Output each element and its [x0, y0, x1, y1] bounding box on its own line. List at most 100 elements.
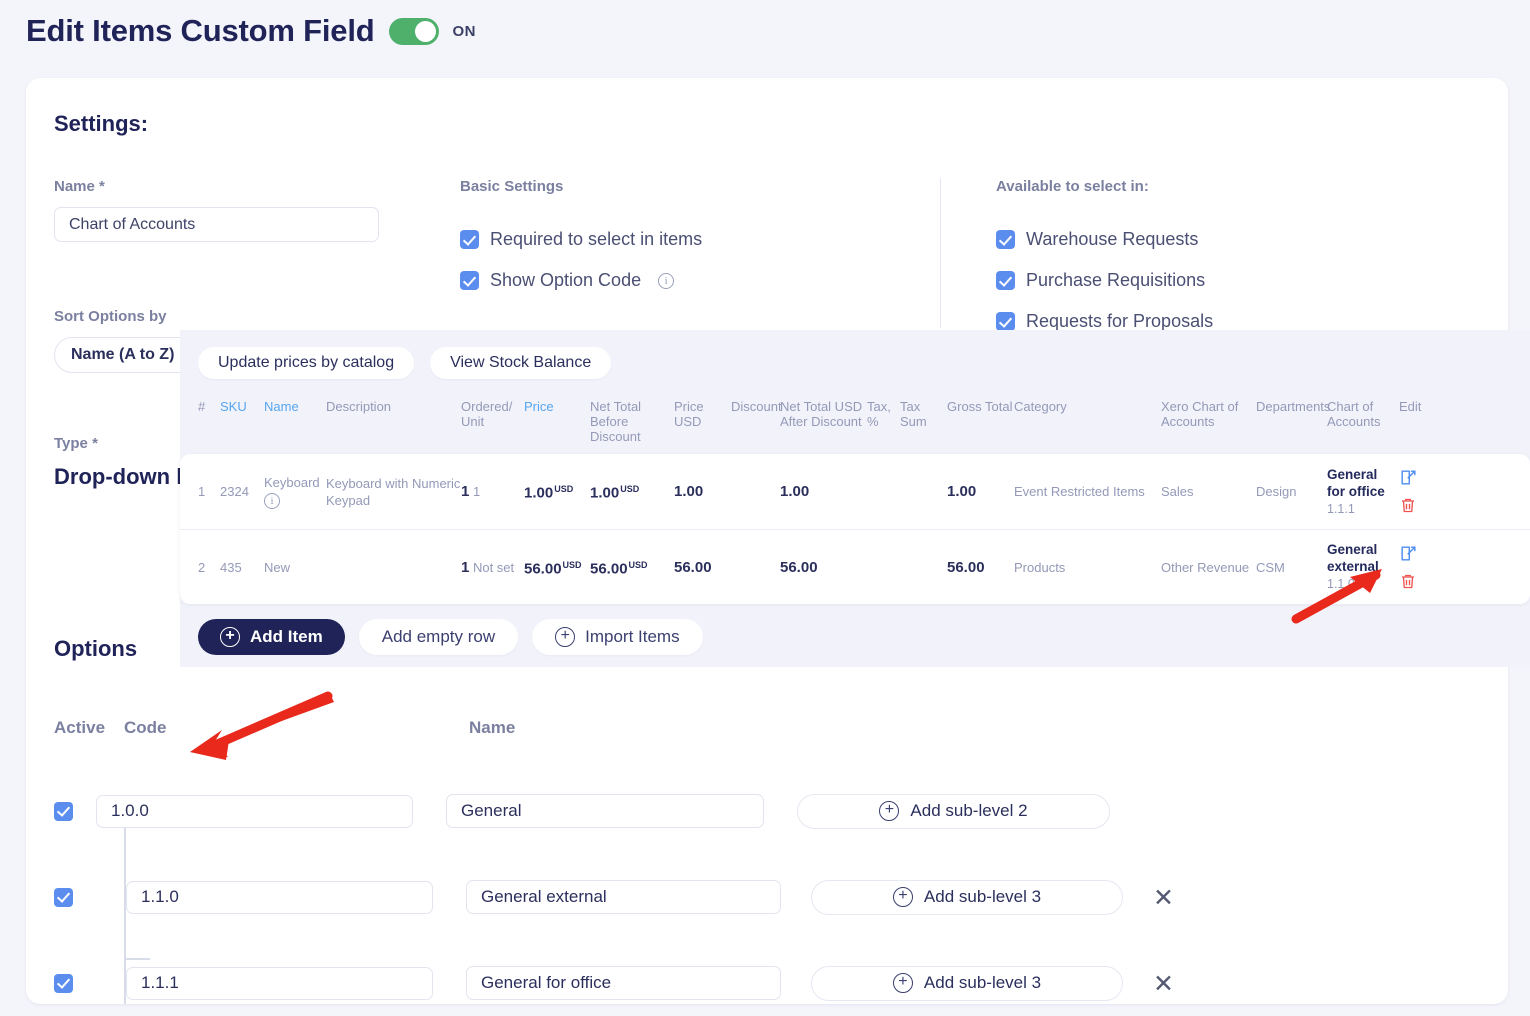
col-header-sku[interactable]: SKU	[220, 399, 264, 444]
options-header-name: Name	[469, 718, 516, 737]
checkbox-row-requests-for-proposals[interactable]: Requests for Proposals	[996, 311, 1241, 332]
cell-coa-code: 1.1.0	[1327, 577, 1355, 591]
checkbox-requests-for-proposals[interactable]	[996, 312, 1015, 331]
option-code-input[interactable]: 1.0.0	[96, 794, 413, 828]
view-stock-balance-button[interactable]: View Stock Balance	[430, 347, 612, 379]
cell-name-text: Keyboard	[264, 474, 320, 490]
checkbox-label-warehouse-requests: Warehouse Requests	[1026, 229, 1199, 249]
options-header-code: Code	[124, 718, 167, 737]
col-header-price[interactable]: Price	[524, 399, 590, 444]
add-sub-level-button[interactable]: + Add sub-level 3	[811, 965, 1123, 1001]
import-items-button[interactable]: + Import Items	[532, 619, 703, 655]
add-sub-level-button[interactable]: + Add sub-level 3	[811, 879, 1123, 915]
option-active-checkbox[interactable]	[54, 887, 73, 907]
cell-net-total-after-discount: 56.00	[780, 558, 818, 576]
cell-ordered-unit: 1 Not set	[461, 559, 524, 576]
checkbox-required-to-select[interactable]	[460, 230, 479, 249]
remove-option-icon[interactable]: ✕	[1153, 885, 1174, 910]
col-header-chart-of-accounts: Chart of Accounts	[1327, 399, 1381, 429]
cell-department: CSM	[1256, 559, 1285, 575]
col-header-description: Description	[326, 399, 392, 414]
option-name-input[interactable]: General for office	[466, 966, 781, 1000]
option-name-input[interactable]: General	[446, 794, 764, 828]
basic-settings-label: Basic Settings	[460, 178, 564, 195]
remove-option-icon[interactable]: ✕	[1153, 971, 1174, 996]
cell-xero-chart-of-accounts: Other Revenue	[1161, 559, 1250, 575]
name-input[interactable]: Chart of Accounts	[54, 207, 379, 242]
cell-price: 1.00USD	[524, 481, 590, 501]
col-header-price-usd: Price USD	[674, 399, 704, 429]
cell-net-before-value: 56.00	[590, 560, 628, 578]
custom-field-enabled-toggle[interactable]	[388, 17, 439, 45]
cell-coa-name: General external	[1327, 542, 1379, 574]
update-prices-by-catalog-button[interactable]: Update prices by catalog	[198, 347, 415, 379]
toggle-state-label: ON	[452, 22, 476, 40]
checkbox-purchase-requisitions[interactable]	[996, 271, 1015, 290]
checkbox-row-warehouse-requests[interactable]: Warehouse Requests	[996, 229, 1241, 250]
delete-icon[interactable]	[1399, 572, 1417, 591]
add-empty-row-label: Add empty row	[381, 627, 496, 646]
option-active-cell	[54, 973, 96, 993]
view-stock-balance-label: View Stock Balance	[450, 354, 592, 371]
cell-num: 2	[198, 559, 206, 575]
col-header-tax-sum: Tax Sum	[900, 399, 927, 429]
cell-ordered: 1	[461, 483, 470, 500]
cell-price: 56.00USD	[524, 557, 590, 577]
option-code-input[interactable]: 1.1.1	[126, 966, 433, 1000]
col-header-net-total-usd-after-discount: Net Total USD After Discount	[780, 399, 863, 429]
table-row[interactable]: 1 2324 Keyboard i Keyboard with Numeric …	[180, 454, 1530, 529]
edit-icon[interactable]	[1399, 544, 1418, 563]
col-header-category: Category	[1014, 399, 1067, 414]
cell-price-value: 1.00	[524, 484, 554, 502]
table-row[interactable]: 2 435 New 1 Not set 56.00USD 56.00USD 56…	[180, 529, 1530, 604]
checkbox-label-purchase-requisitions: Purchase Requisitions	[1026, 270, 1206, 290]
option-name-input[interactable]: General external	[466, 880, 781, 914]
edit-icon[interactable]	[1399, 468, 1418, 487]
col-header-num: #	[198, 399, 206, 414]
items-table: # SKU Name Description Ordered/Unit Pric…	[180, 399, 1530, 604]
add-item-button[interactable]: + Add Item	[198, 619, 345, 655]
cell-name-text: New	[264, 559, 291, 575]
checkbox-warehouse-requests[interactable]	[996, 230, 1015, 249]
option-active-checkbox[interactable]	[54, 973, 73, 993]
option-code-input[interactable]: 1.1.0	[126, 880, 433, 914]
cell-net-total-before-discount: 56.00USD	[590, 557, 674, 577]
cell-xero-chart-of-accounts: Sales	[1161, 484, 1194, 499]
col-header-net-total-before-discount: Net Total Before Discount	[590, 399, 642, 444]
cell-name: New	[264, 559, 326, 576]
option-row: 1.0.0 General + Add sub-level 2	[54, 768, 1494, 854]
name-label: Name *	[54, 178, 105, 195]
cell-ordered-unit: 1 1	[461, 483, 524, 500]
cell-actions	[1399, 468, 1449, 515]
cell-gross-total: 56.00	[947, 558, 985, 576]
add-sub-level-button[interactable]: + Add sub-level 2	[797, 793, 1110, 829]
cell-coa-code: 1.1.1	[1327, 501, 1355, 516]
add-empty-row-button[interactable]: Add empty row	[358, 619, 519, 655]
cell-category: Products	[1014, 559, 1066, 575]
option-active-checkbox[interactable]	[54, 801, 73, 821]
items-table-body: 1 2324 Keyboard i Keyboard with Numeric …	[180, 454, 1530, 604]
checkbox-show-option-code[interactable]	[460, 271, 479, 290]
settings-heading: Settings:	[54, 111, 149, 136]
delete-icon[interactable]	[1399, 496, 1417, 515]
cell-sku: 2324	[220, 484, 249, 499]
options-heading: Options	[54, 636, 138, 661]
cell-gross-total: 1.00	[947, 483, 977, 500]
checkbox-row-purchase-requisitions[interactable]: Purchase Requisitions	[996, 270, 1241, 291]
checkbox-row-required-to-select[interactable]: Required to select in items	[460, 229, 941, 250]
checkbox-row-show-option-code[interactable]: Show Option Code i	[460, 270, 941, 291]
info-icon[interactable]: i	[658, 272, 675, 289]
col-header-name[interactable]: Name	[264, 399, 326, 444]
cell-chart-of-accounts: General external 1.1.0	[1327, 541, 1399, 593]
plus-circle-icon: +	[892, 887, 913, 907]
cell-price-usd: 56.00	[674, 558, 712, 576]
option-active-cell	[54, 801, 96, 821]
cell-unit: 1	[472, 484, 481, 499]
options-header-active: Active	[54, 718, 106, 737]
info-icon[interactable]: i	[264, 493, 280, 510]
col-header-departments: Departments	[1256, 399, 1331, 414]
add-item-label: Add Item	[250, 627, 323, 646]
cell-actions	[1399, 544, 1449, 591]
plus-circle-icon: +	[892, 973, 913, 993]
items-table-header: # SKU Name Description Ordered/Unit Pric…	[180, 399, 1530, 444]
